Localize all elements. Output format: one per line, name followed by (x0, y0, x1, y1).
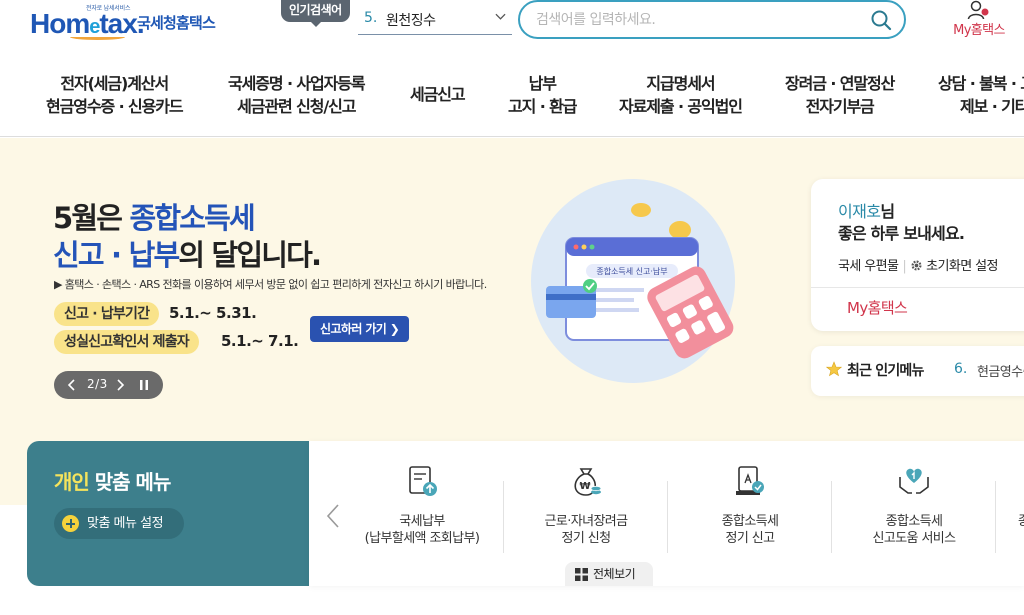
menu-item-tax-payment[interactable]: 국세납부 (납부할세액 조회납부) (340, 463, 504, 563)
user-login-card: 이재호님 좋은 하루 보내세요. 국세 우편물 | 초기화면 설정 My홈택스 (811, 179, 1024, 331)
menu-item-income-tax-report[interactable]: 종합소득세 정기 신고 (668, 463, 832, 563)
banner-title-line2: 신고 · 납부의 달입니다. (53, 238, 322, 272)
plus-icon (62, 515, 79, 532)
star-icon (826, 361, 842, 377)
search-input[interactable] (536, 9, 856, 31)
sincere-filing-date: 5.1.~ 7.1. (221, 332, 299, 350)
recent-menu-item[interactable]: 현금영수증 (977, 361, 1024, 380)
banner-pager: 2/3 (54, 371, 163, 399)
banner-description: ▶ 홈택스 · 손택스 · ARS 전화를 이용하여 세무서 방문 없이 쉽고 … (54, 278, 487, 291)
custom-menu-setting-button[interactable]: 맞춤 메뉴 설정 (54, 508, 184, 539)
custom-menu-list: 국세납부 (납부할세액 조회납부) ₩ 근로·자녀장려금 정기 신청 종합소득세 정기… (309, 441, 1024, 586)
nav-item-payment-statement[interactable]: 지급명세서 자료제출 · 공익법인 (619, 72, 743, 118)
nav-item-tax-filing[interactable]: 세금신고 (410, 83, 466, 106)
myhome-button[interactable]: My홈택스 (940, 0, 1020, 40)
nav-item-certificates[interactable]: 국세증명 · 사업자등록 세금관련 신청/신고 (228, 72, 366, 118)
search-bar[interactable] (518, 0, 906, 39)
chevron-left-icon[interactable] (67, 378, 77, 392)
chevron-right-icon[interactable] (115, 378, 125, 392)
card-divider (811, 287, 1024, 288)
logo-swoosh (70, 34, 125, 40)
user-quick-links: 국세 우편물 | 초기화면 설정 (838, 259, 998, 274)
menu-item-earned-income-credit[interactable]: ₩ 근로·자녀장려금 정기 신청 (504, 463, 668, 563)
filing-period-tag: 신고 · 납부기간 (54, 302, 160, 326)
popular-search-badge: 인기검색어 (281, 0, 350, 27)
banner-page-number: 2/3 (87, 377, 108, 391)
popular-search-term[interactable]: 원천징수 (386, 10, 436, 30)
illustration-caption: 종합소득세 신고·납부 (596, 267, 667, 276)
myhome-label: My홈택스 (953, 23, 1005, 38)
popular-search-rank: 5. (364, 10, 378, 26)
view-all-button[interactable]: 전체보기 (565, 562, 653, 586)
heart-hands-icon (899, 468, 929, 494)
banner-title-line1: 5월은 종합소득세 (53, 201, 256, 235)
card-myhome-link[interactable]: My홈택스 (847, 297, 908, 318)
home-setting-link[interactable]: 초기화면 설정 (926, 259, 998, 274)
grid-icon (575, 568, 588, 581)
recent-popular-menu: 최근 인기메뉴 6. 현금영수증 (811, 346, 1024, 396)
chevron-down-icon[interactable] (495, 11, 506, 22)
main-navigation: 전자(세금)계산서 현금영수증 · 신용카드 국세증명 · 사업자등록 세금관련 신… (0, 62, 1024, 137)
logo-korean-name: 국세청홈택스 (137, 14, 216, 32)
user-icon (967, 0, 989, 20)
mail-link[interactable]: 국세 우편물 (838, 259, 899, 274)
nav-item-incentives[interactable]: 장려금 · 연말정산 전자기부금 (785, 72, 895, 118)
sincere-filing-tag: 성실신고확인서 제출자 (54, 330, 199, 354)
user-greeting: 좋은 하루 보내세요. (838, 224, 965, 243)
nav-item-payment[interactable]: 납부 고지 · 환급 (508, 72, 578, 118)
pause-icon[interactable] (138, 379, 150, 391)
money-bag-icon: ₩ (574, 468, 602, 496)
tax-report-icon (736, 466, 764, 495)
document-upload-icon (409, 466, 437, 496)
go-filing-button[interactable]: 신고하러 가기 ❯ (310, 316, 410, 342)
gear-icon (911, 260, 922, 271)
user-name: 이재호님 (838, 202, 895, 221)
menu-item-partial[interactable]: 종 (996, 463, 1024, 563)
recent-menu-label: 최근 인기메뉴 (847, 363, 924, 379)
recent-menu-rank: 6. (954, 361, 968, 377)
tax-calculator-illustration: 종합소득세 신고·납부 (531, 179, 735, 383)
custom-menu-panel: 개인 맞춤 메뉴 맞춤 메뉴 설정 (27, 441, 309, 586)
popular-search-dropdown[interactable]: 5. 원천징수 (358, 3, 512, 35)
custom-menu-title: 개인 맞춤 메뉴 (54, 470, 171, 494)
chevron-left-icon[interactable] (326, 503, 340, 529)
menu-item-filing-help-service[interactable]: 종합소득세 신고도움 서비스 (832, 463, 996, 563)
filing-period-date: 5.1.~ 5.31. (169, 304, 257, 322)
nav-item-consulting[interactable]: 상담 · 불복 · 고제보 · 기타 (938, 72, 1024, 118)
svg-text:₩: ₩ (579, 481, 590, 492)
nav-item-e-invoice[interactable]: 전자(세금)계산서 현금영수증 · 신용카드 (46, 72, 184, 118)
hometax-logo[interactable]: 전자로 납세서비스 Hometax. 국세청홈택스 (30, 0, 230, 44)
search-icon[interactable] (870, 9, 892, 31)
